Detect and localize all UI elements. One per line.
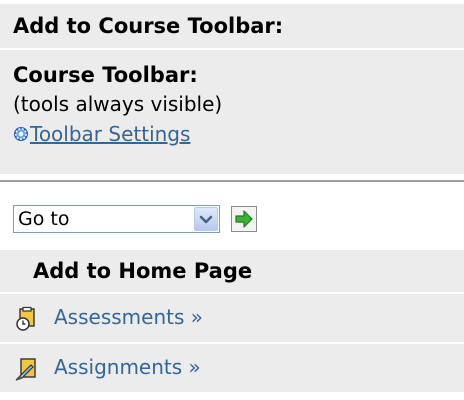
course-toolbar-header: Add to Course Toolbar: [0,4,464,50]
green-arrow-right-icon [235,210,253,228]
goto-select-value: Go to [18,208,70,230]
course-toolbar-panel: Course Toolbar: (tools always visible) T… [0,50,464,174]
assignments-link[interactable]: Assignments » [54,355,201,379]
toolbar-settings-link[interactable]: Toolbar Settings [13,122,190,146]
course-toolbar-header-title: Add to Course Toolbar: [13,14,284,38]
list-item-assignments: Assignments » [0,344,464,392]
go-button[interactable] [231,206,257,232]
course-toolbar-title: Course Toolbar: [13,63,198,87]
gear-icon [14,127,28,141]
list-item-assessments: Assessments » [0,294,464,344]
home-page-header: Add to Home Page [0,250,464,294]
goto-select[interactable]: Go to [13,205,220,233]
home-page-title: Add to Home Page [33,259,253,283]
assessments-icon [16,306,35,331]
assessments-link[interactable]: Assessments » [54,305,203,329]
goto-row: Go to [0,182,464,250]
dropdown-arrow-icon[interactable] [194,207,218,231]
assignments-icon [15,358,36,381]
course-toolbar-subtitle: (tools always visible) [13,92,223,116]
toolbar-settings-label: Toolbar Settings [30,122,191,146]
